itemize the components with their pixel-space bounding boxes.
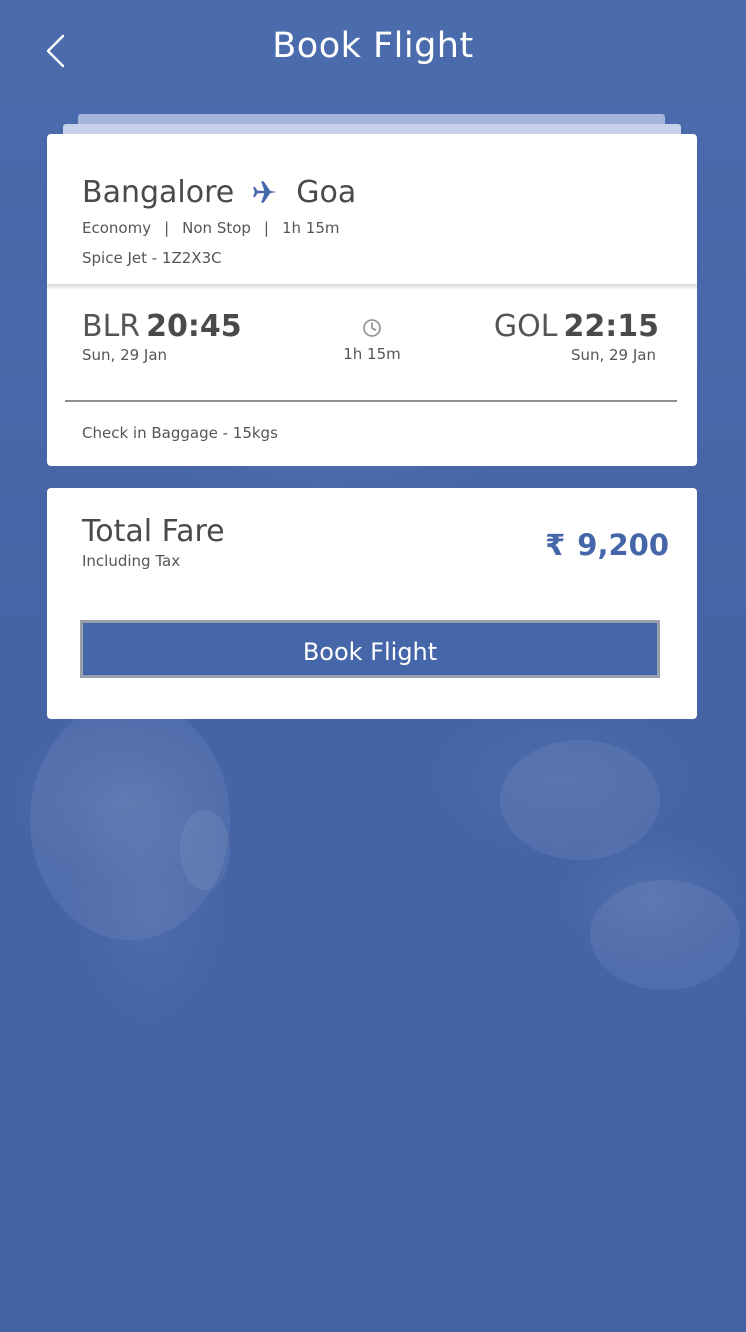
duration-info: 1h 15m [322,317,422,363]
baggage-info: Check in Baggage - 15kgs [82,424,278,442]
arrival-time: 22:15 [563,309,660,344]
departure-info: BLR 20:45 Sun, 29 Jan [82,309,242,364]
departure-date: Sun, 29 Jan [82,346,168,364]
fare-card: Total Fare Including Tax ₹9,200 Book Fli… [47,488,697,719]
destination-city: Goa [296,174,357,210]
clock-icon [363,319,381,337]
separator: | [164,219,170,237]
arrival-info: GOL 22:15 Sun, 29 Jan [494,309,659,364]
route-section: Bangalore Goa Economy | Non Stop | 1h 15m Sp… [47,134,697,285]
separator: | [263,219,269,237]
flight-duration: 1h 15m [281,219,340,237]
book-flight-button[interactable]: Book Flight [80,620,660,678]
map-landmass [500,740,660,860]
flight-number: Spice Jet - 1Z2X3C [82,249,222,267]
times-section: BLR 20:45 Sun, 29 Jan 1h 15m GOL 22:15 Sun… [47,309,697,369]
divider [65,400,677,402]
rupee-icon: ₹ [545,528,566,562]
page-title: Book Flight [272,26,474,66]
flight-details-card: Bangalore Goa Economy | Non Stop | 1h 15m Sp… [47,134,697,466]
fare-sublabel: Including Tax [82,552,181,570]
departure-time: 20:45 [146,309,242,344]
map-landmass [590,880,740,990]
origin-city: Bangalore [82,174,235,210]
header: Book Flight [0,0,746,100]
fare-value: 9,200 [577,528,669,562]
duration-text: 1h 15m [343,345,401,363]
cabin-class: Economy [82,219,152,237]
arrival-code: GOL [493,309,558,344]
stops: Non Stop [182,219,251,237]
departure-code: BLR [82,309,141,344]
arrival-date: Sun, 29 Jan [570,346,656,364]
route-line: Bangalore Goa [82,172,356,212]
airplane-icon [253,181,277,203]
flight-meta: Economy | Non Stop | 1h 15m [82,219,340,237]
fare-amount: ₹9,200 [545,528,669,562]
map-landmass [180,810,230,890]
total-fare-label: Total Fare [82,514,225,549]
